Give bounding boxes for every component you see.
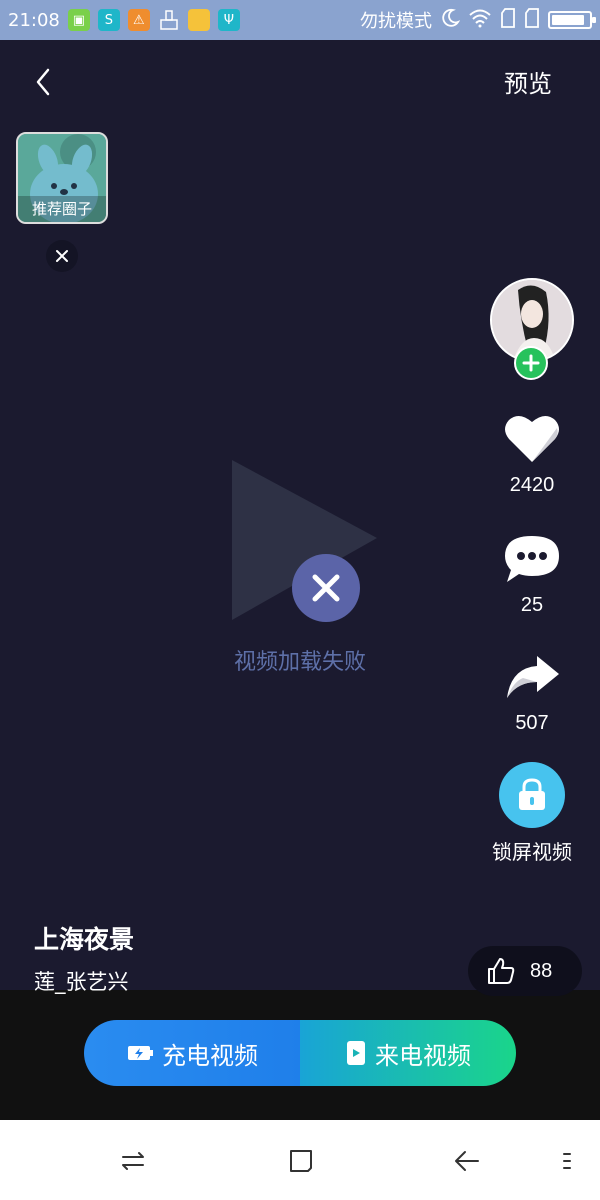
close-circle-card-button[interactable] bbox=[46, 240, 78, 272]
wifi-icon bbox=[468, 8, 492, 33]
brush-icon bbox=[158, 9, 180, 31]
charge-video-label: 充电视频 bbox=[162, 1041, 258, 1070]
follow-button[interactable] bbox=[514, 346, 548, 380]
moon-icon bbox=[440, 8, 461, 33]
back-button[interactable] bbox=[30, 64, 60, 100]
back-nav-button[interactable] bbox=[452, 1146, 482, 1176]
usb-icon: Ψ bbox=[217, 9, 240, 31]
comment-icon bbox=[505, 536, 559, 582]
comment-count: 25 bbox=[520, 594, 544, 616]
status-time: 21:08 bbox=[8, 9, 60, 31]
chevron-left-icon bbox=[36, 68, 50, 96]
thumbs-up-pill[interactable]: 88 bbox=[468, 946, 582, 996]
menu-icon bbox=[563, 1153, 571, 1169]
video-author[interactable]: 莲_张艺兴 bbox=[34, 966, 129, 996]
sim-icon bbox=[524, 7, 540, 34]
lock-screen-video-label: 锁屏视频 bbox=[492, 840, 572, 864]
ringtone-action-bar: 充电视频 来电视频 bbox=[84, 1020, 516, 1086]
comment-action[interactable]: 25 bbox=[488, 534, 576, 617]
share-count: 507 bbox=[515, 712, 549, 734]
close-icon bbox=[56, 250, 68, 262]
preview-button[interactable]: 预览 bbox=[504, 64, 552, 99]
video-load-error-text: 视频加载失败 bbox=[233, 650, 366, 675]
status-bar: 21:08 ▣ S ⚠ Ψ 勿扰模式 bbox=[0, 0, 600, 40]
close-circle-icon bbox=[292, 554, 360, 622]
like-action[interactable]: 2420 bbox=[488, 412, 576, 497]
battery-charge-icon bbox=[128, 1046, 153, 1060]
square-icon bbox=[290, 1150, 312, 1172]
switch-apps-button[interactable] bbox=[118, 1146, 148, 1176]
sim-icon bbox=[500, 7, 516, 34]
folder-icon bbox=[187, 9, 210, 31]
warning-icon: ⚠ bbox=[127, 9, 150, 31]
dnd-mode-text: 勿扰模式 bbox=[360, 11, 432, 32]
heart-icon bbox=[505, 415, 559, 462]
share-action[interactable]: 507 bbox=[488, 652, 576, 735]
video-player-screen: 预览 推荐圈子 视频加载失败 2420 25 507 锁屏视频 上海夜景 莲_张… bbox=[0, 40, 600, 1120]
android-icon: ▣ bbox=[67, 9, 90, 31]
switch-icon bbox=[122, 1152, 144, 1170]
menu-button[interactable] bbox=[552, 1146, 582, 1176]
s-app-icon: S bbox=[97, 9, 120, 31]
battery-icon bbox=[548, 11, 596, 29]
share-icon bbox=[507, 656, 559, 698]
ringtone-video-button[interactable]: 来电视频 bbox=[300, 1020, 516, 1086]
recommended-circle-card[interactable]: 推荐圈子 bbox=[16, 132, 108, 224]
lock-screen-video-action[interactable]: 锁屏视频 bbox=[488, 762, 576, 865]
phone-video-icon bbox=[347, 1041, 365, 1065]
ringtone-video-label: 来电视频 bbox=[375, 1041, 471, 1070]
system-nav-bar bbox=[0, 1120, 600, 1200]
home-button[interactable] bbox=[286, 1146, 316, 1176]
thumbs-up-count: 88 bbox=[530, 959, 553, 982]
charge-video-button[interactable]: 充电视频 bbox=[84, 1020, 300, 1086]
plus-icon bbox=[522, 354, 540, 372]
lock-button[interactable] bbox=[499, 762, 565, 828]
like-count: 2420 bbox=[509, 474, 555, 496]
thumbs-up-icon bbox=[488, 958, 515, 984]
lock-icon bbox=[519, 778, 545, 810]
circle-card-label: 推荐圈子 bbox=[18, 196, 106, 222]
back-arrow-icon bbox=[455, 1151, 479, 1171]
video-title: 上海夜景 bbox=[34, 925, 135, 954]
